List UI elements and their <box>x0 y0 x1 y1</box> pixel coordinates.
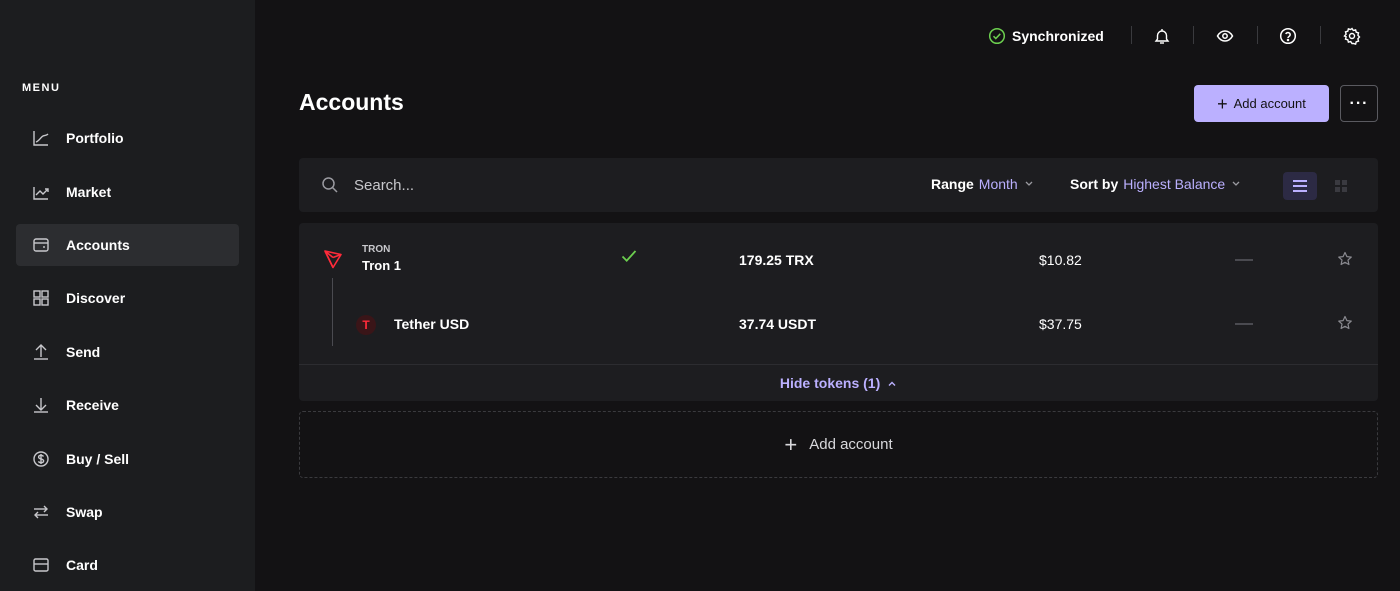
check-circle-icon <box>988 27 1006 45</box>
account-row[interactable] <box>299 223 1378 295</box>
swap-icon <box>32 503 50 521</box>
sidebar-item-send[interactable]: Send <box>16 331 239 373</box>
hide-tokens-button[interactable]: Hide tokens (1) <box>299 375 1378 392</box>
range-label: Range <box>931 176 974 192</box>
topbar-divider <box>1131 26 1132 44</box>
sidebar-item-label: Accounts <box>66 237 130 253</box>
sidebar-item-accounts[interactable]: Accounts <box>16 224 239 266</box>
token-name[interactable]: Tether USD <box>394 316 469 332</box>
range-dropdown[interactable]: Range Month <box>931 176 1034 192</box>
add-account-row-label: Add account <box>809 436 893 453</box>
sort-value: Highest Balance <box>1123 176 1226 192</box>
sidebar-item-label: Market <box>66 184 112 200</box>
account-fiat-value: $10.82 <box>1039 252 1082 268</box>
wallet-icon <box>32 236 50 254</box>
add-account-button[interactable]: + Add account <box>1194 85 1329 122</box>
sidebar-item-label: Swap <box>66 504 103 520</box>
sidebar-item-label: Card <box>66 557 98 573</box>
range-value: Month <box>978 176 1018 192</box>
add-account-row[interactable]: + Add account <box>299 411 1378 478</box>
chart-line-icon <box>32 129 50 147</box>
page-title: Accounts <box>299 89 404 115</box>
star-icon[interactable] <box>1337 315 1353 336</box>
grid-icon <box>1335 180 1347 192</box>
sidebar-item-market[interactable]: Market <box>16 171 239 213</box>
card-divider <box>299 364 1378 365</box>
topbar-divider <box>1257 26 1258 44</box>
gear-icon <box>1343 27 1361 45</box>
chevron-down-icon <box>1231 178 1241 191</box>
sidebar-item-portfolio[interactable]: Portfolio <box>16 117 239 159</box>
account-card: TRON Tron 1 179.25 TRX $10.82 T Tether U… <box>299 223 1378 401</box>
sidebar-item-label: Buy / Sell <box>66 451 130 467</box>
arrow-down-icon <box>32 396 50 414</box>
bell-icon <box>1153 27 1171 45</box>
tether-logo-icon: T <box>356 315 376 335</box>
token-balance: 37.74 USDT <box>739 316 817 332</box>
sidebar-item-card[interactable]: Card <box>16 544 239 586</box>
sidebar-item-receive[interactable]: Receive <box>16 384 239 426</box>
help-icon <box>1279 27 1297 45</box>
add-account-label: Add account <box>1233 96 1306 111</box>
search-input[interactable] <box>354 172 654 198</box>
chevron-down-icon <box>1024 178 1034 191</box>
plus-icon: + <box>784 431 798 457</box>
menu-label: MENU <box>22 82 61 94</box>
arrow-up-icon <box>32 343 50 361</box>
account-balance: 179.25 TRX <box>739 252 814 268</box>
list-view-button[interactable] <box>1283 172 1317 200</box>
sidebar-item-label: Discover <box>66 290 126 306</box>
sort-dropdown[interactable]: Sort by Highest Balance <box>1070 176 1241 192</box>
notifications-button[interactable] <box>1153 24 1171 48</box>
chevron-up-icon <box>887 376 897 392</box>
tron-logo-icon <box>323 249 343 269</box>
hide-tokens-label: Hide tokens (1) <box>779 375 881 391</box>
toggle-visibility-button[interactable] <box>1216 24 1234 48</box>
sidebar-item-label: Receive <box>66 397 119 413</box>
sync-label: Synchronized <box>1012 28 1104 44</box>
grid-icon <box>32 289 50 307</box>
help-button[interactable] <box>1279 24 1297 48</box>
card-icon <box>32 556 50 574</box>
dollar-circle-icon <box>32 450 50 468</box>
sidebar-item-swap[interactable]: Swap <box>16 491 239 533</box>
sidebar-item-buy-sell[interactable]: Buy / Sell <box>16 438 239 480</box>
account-name-block: TRON Tron 1 <box>362 244 401 273</box>
eye-icon <box>1216 27 1234 45</box>
topbar-divider <box>1193 26 1194 44</box>
sync-status[interactable]: Synchronized <box>988 24 1104 48</box>
sync-check-icon <box>621 249 637 263</box>
plus-icon: + <box>1217 93 1228 114</box>
token-fiat-value: $37.75 <box>1039 316 1082 332</box>
grid-view-button[interactable] <box>1329 172 1353 200</box>
account-name: Tron 1 <box>362 258 402 273</box>
more-options-button[interactable]: ··· <box>1340 85 1378 122</box>
sidebar: MENU Portfolio Market Accounts Discover … <box>0 0 255 591</box>
topbar-divider <box>1320 26 1321 44</box>
price-change-placeholder <box>1235 323 1253 325</box>
settings-button[interactable] <box>1343 24 1361 48</box>
sidebar-item-label: Portfolio <box>66 130 124 146</box>
search-icon <box>321 176 339 199</box>
filter-bar: Range Month Sort by Highest Balance <box>299 158 1378 212</box>
sidebar-item-label: Send <box>66 344 101 360</box>
trend-icon <box>32 183 50 201</box>
sort-label: Sort by <box>1070 176 1119 192</box>
sidebar-item-discover[interactable]: Discover <box>16 277 239 319</box>
account-network: TRON <box>362 244 391 255</box>
list-icon <box>1293 180 1307 192</box>
star-icon[interactable] <box>1337 251 1353 272</box>
price-change-placeholder <box>1235 259 1253 261</box>
